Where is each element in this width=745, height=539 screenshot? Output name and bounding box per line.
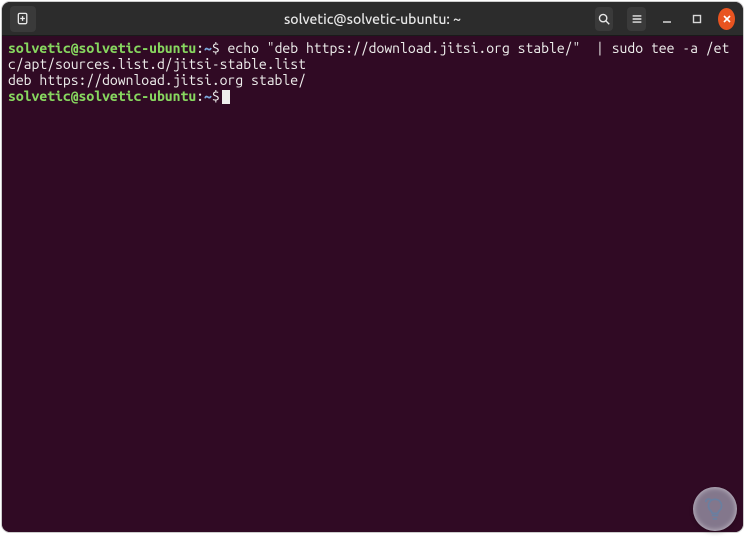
prompt-symbol: $ [212, 40, 220, 56]
prompt-user-host: solvetic@solvetic-ubuntu [8, 88, 196, 104]
title-bar-left [10, 6, 150, 32]
maximize-icon [691, 13, 703, 25]
prompt-path: ~ [204, 40, 212, 56]
prompt-separator: : [196, 40, 204, 56]
terminal-line-command: solvetic@solvetic-ubuntu:~$ echo "deb ht… [8, 40, 737, 72]
terminal-window: solvetic@solvetic-ubuntu: ~ [2, 2, 743, 532]
prompt-user-host: solvetic@solvetic-ubuntu [8, 40, 196, 56]
lightbulb-icon [702, 496, 728, 522]
terminal-body[interactable]: solvetic@solvetic-ubuntu:~$ echo "deb ht… [2, 36, 743, 532]
terminal-line-prompt: solvetic@solvetic-ubuntu:~$ [8, 88, 737, 104]
search-button[interactable] [595, 7, 613, 31]
maximize-button[interactable] [689, 9, 704, 29]
cursor [222, 90, 230, 104]
watermark-badge [693, 487, 737, 531]
close-icon [722, 14, 732, 24]
prompt-symbol: $ [212, 88, 220, 104]
window-title: solvetic@solvetic-ubuntu: ~ [150, 11, 595, 27]
close-button[interactable] [718, 8, 735, 30]
hamburger-icon [630, 12, 644, 26]
prompt-separator: : [196, 88, 204, 104]
title-bar-right [595, 7, 735, 31]
search-icon [597, 12, 611, 26]
menu-button[interactable] [627, 7, 645, 31]
new-tab-button[interactable] [10, 6, 36, 32]
new-tab-icon [16, 11, 31, 26]
title-bar[interactable]: solvetic@solvetic-ubuntu: ~ [2, 2, 743, 36]
minimize-button[interactable] [660, 9, 675, 29]
terminal-line-output: deb https://download.jitsi.org stable/ [8, 72, 737, 88]
minimize-icon [661, 13, 673, 25]
prompt-path: ~ [204, 88, 212, 104]
